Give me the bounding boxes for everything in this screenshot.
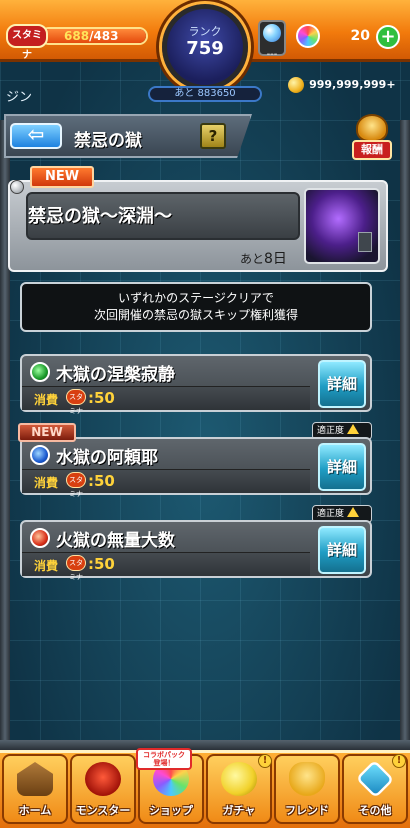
notice-line-2: 次回開催の禁忌の獄スキップ権利獲得 [93, 308, 298, 322]
pin-icon [10, 180, 24, 194]
help-button[interactable]: ? [200, 123, 226, 149]
stamina-max: /483 [89, 29, 119, 43]
orb-box-value: --- [266, 49, 278, 60]
notice-line-1: いずれかのステージクリアで [118, 291, 274, 305]
cost-value: :50 [88, 389, 115, 407]
page-title: 禁忌の獄 [74, 131, 142, 151]
back-button[interactable]: ⇦ [10, 123, 62, 149]
stamina-icon: スタミナ [66, 472, 86, 498]
event-thumbnail [304, 188, 380, 264]
skip-notice: いずれかのステージクリアで 次回開催の禁忌の獄スキップ権利獲得 [20, 282, 372, 332]
cost-value: :50 [88, 472, 115, 490]
alert-icon: ! [392, 754, 406, 768]
rank-label: ランク [188, 25, 222, 38]
stamina-text: 688/483 [64, 29, 119, 43]
alert-icon: ! [258, 754, 272, 768]
fire-element-icon [30, 528, 50, 548]
reward-label: 報酬 [352, 140, 392, 160]
reward-button[interactable]: 報酬 [346, 112, 398, 162]
cost-label: 消費 [34, 393, 59, 407]
cost-value: :50 [88, 555, 115, 573]
water-element-icon [30, 445, 50, 465]
collab-pack-tag: コラボパック 登場！ [136, 748, 192, 770]
wood-element-icon [30, 362, 50, 382]
orb-box-button[interactable]: --- [258, 20, 286, 60]
other-icon [355, 759, 395, 799]
warning-icon [347, 507, 360, 517]
collab-tag-line-2: 登場！ [153, 759, 175, 767]
aptitude-text: 適正度 [317, 426, 345, 436]
rank-badge[interactable]: ランク 759 [162, 4, 248, 90]
monster-icon [85, 762, 121, 796]
nav-home[interactable]: ホーム [2, 754, 68, 824]
new-badge: NEW [30, 166, 94, 188]
frame-right [400, 120, 410, 746]
coin-value: 999,999,999+ [309, 78, 396, 91]
exp-to-next-rank: あと 883650 [148, 86, 262, 102]
detail-button[interactable]: 詳細 [318, 443, 366, 491]
event-title: 禁忌の獄～深淵～ [28, 206, 172, 227]
warning-icon [347, 424, 360, 434]
medal-icon [356, 114, 388, 142]
stage-name: 木獄の涅槃寂静 [56, 365, 175, 385]
friend-icon [289, 762, 325, 796]
stamina-bar: 688/483 [40, 27, 148, 45]
aptitude-text: 適正度 [317, 509, 345, 519]
nav-label: ショップ [149, 804, 193, 817]
stage-row-water[interactable]: 水獄の阿頼耶 消費 スタミナ :50 詳細 [20, 437, 372, 498]
remaining-days: 8日 [264, 251, 287, 267]
cost-label: 消費 [34, 476, 59, 490]
coin-counter: 999,999,999+ [288, 74, 396, 93]
stamina-current: 688 [64, 29, 90, 43]
nav-label: その他 [358, 804, 392, 817]
coin-icon [288, 76, 304, 93]
nav-label: ホーム [18, 804, 52, 817]
nav-label: フレンド [285, 804, 329, 817]
home-icon [17, 762, 53, 796]
collab-tag-line-1: コラボパック [143, 751, 185, 759]
player-name: ジン [6, 90, 33, 105]
stamina-icon: スタミナ [6, 24, 48, 61]
orb-icon [296, 24, 320, 48]
nav-label: モンスター [75, 804, 131, 817]
stage-row-wood[interactable]: 木獄の涅槃寂静 消費 スタミナ :50 詳細 [20, 354, 372, 415]
event-remaining: あと8日 [240, 248, 287, 268]
gate-icon [358, 232, 372, 252]
gacha-icon [221, 762, 257, 796]
remaining-prefix: あと [240, 252, 265, 266]
new-badge: NEW [18, 423, 76, 442]
cost-label: 消費 [34, 559, 59, 573]
orb-count: 20 [350, 28, 370, 44]
stamina-gauge: 688/483 スタミナ [6, 24, 148, 61]
detail-button[interactable]: 詳細 [318, 526, 366, 574]
add-orbs-button[interactable]: + [376, 25, 400, 49]
detail-button[interactable]: 詳細 [318, 360, 366, 408]
nav-friend[interactable]: フレンド [274, 754, 340, 824]
frame-bottom [0, 740, 410, 750]
rank-value: 759 [186, 38, 224, 59]
nav-monster[interactable]: モンスター [70, 754, 136, 824]
stamina-icon: スタミナ [66, 555, 86, 581]
nav-label: ガチャ [222, 804, 256, 817]
stage-name: 火獄の無量大数 [56, 531, 175, 551]
stage-name: 水獄の阿頼耶 [56, 448, 158, 468]
gem-icon [263, 24, 281, 42]
stamina-icon: スタミナ [66, 389, 86, 415]
stage-row-fire[interactable]: 火獄の無量大数 消費 スタミナ :50 詳細 [20, 520, 372, 581]
